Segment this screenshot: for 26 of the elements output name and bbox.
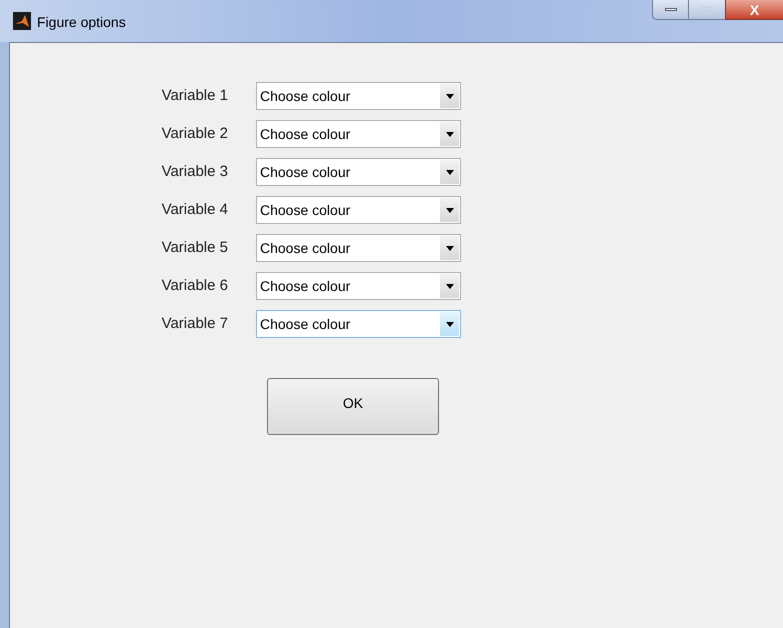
caret-icon	[446, 208, 454, 212]
colour-dropdown[interactable]: Choose colour	[256, 196, 461, 224]
colour-dropdown[interactable]: Choose colour	[256, 120, 461, 148]
caret-icon	[446, 94, 454, 98]
maximize-button[interactable]	[689, 0, 725, 20]
variable-label: Variable 6	[160, 276, 228, 296]
variable-label: Variable 4	[160, 200, 228, 220]
app-logo-icon	[13, 12, 31, 30]
colour-dropdown[interactable]: Choose colour	[256, 82, 461, 110]
variable-label: Variable 2	[160, 124, 228, 144]
variable-label: Variable 1	[160, 86, 228, 106]
caret-icon	[446, 284, 454, 288]
caret-icon	[446, 322, 454, 326]
colour-dropdown[interactable]: Choose colour	[256, 158, 461, 186]
colour-dropdown[interactable]: Choose colour	[256, 310, 461, 338]
caret-icon	[446, 170, 454, 174]
variable-label: Variable 7	[160, 314, 228, 334]
caret-icon	[446, 246, 454, 250]
minimize-button[interactable]	[652, 0, 689, 20]
colour-dropdown[interactable]: Choose colour	[256, 234, 461, 262]
ok-button[interactable]: OK	[267, 378, 439, 435]
variable-label: Variable 3	[160, 162, 228, 182]
variable-label: Variable 5	[160, 238, 228, 258]
colour-dropdown[interactable]: Choose colour	[256, 272, 461, 300]
window-title: Figure options	[37, 13, 126, 32]
caret-icon	[446, 132, 454, 136]
